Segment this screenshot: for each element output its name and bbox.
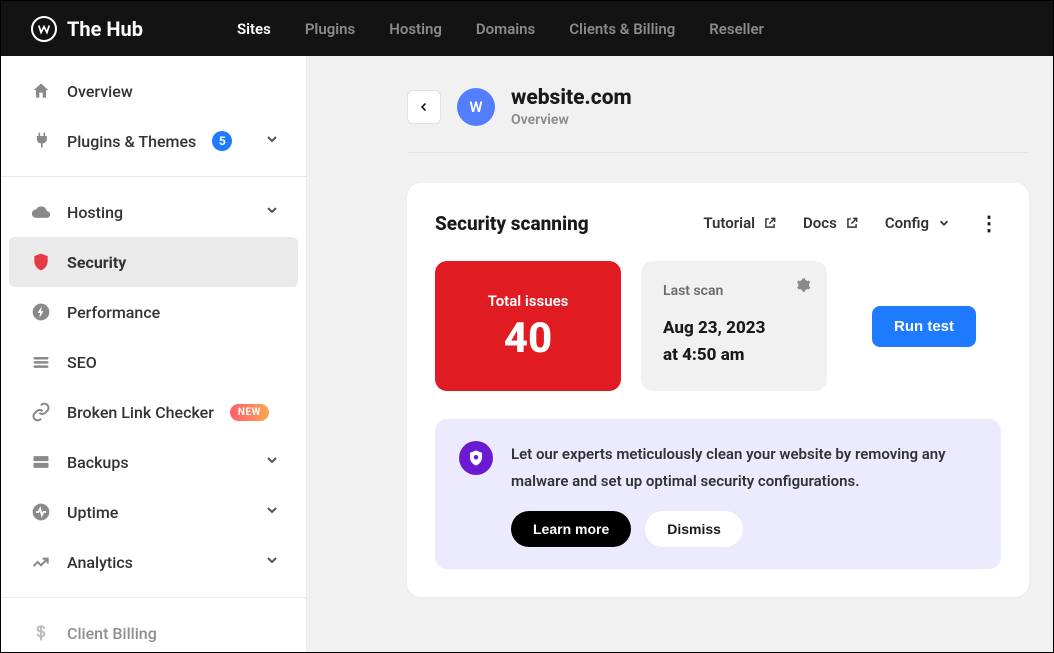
expert-clean-promo: Let our experts meticulously clean your … [435,419,1001,569]
topbar: The Hub Sites Plugins Hosting Domains Cl… [1,1,1053,56]
sidebar-item-label: Plugins & Themes [67,132,196,151]
sidebar-item-label: Overview [67,82,133,101]
nav-hosting[interactable]: Hosting [389,20,442,38]
page-subtitle: Overview [511,112,632,128]
dollar-icon [31,623,51,643]
site-avatar: W [457,88,495,126]
sidebar-item-label: Analytics [67,553,133,572]
heartbeat-icon [31,502,51,522]
sidebar-item-security[interactable]: Security [9,237,298,287]
new-badge: NEW [230,404,269,421]
nav-plugins[interactable]: Plugins [305,20,355,38]
link-label: Docs [803,214,837,232]
dismiss-button[interactable]: Dismiss [645,511,743,547]
docs-link[interactable]: Docs [803,214,859,232]
sidebar-item-performance[interactable]: Performance [9,287,298,337]
sidebar-item-label: Performance [67,303,160,322]
shield-icon [31,252,51,272]
page-header: W website.com Overview [331,86,1029,152]
chevron-down-icon [264,452,280,472]
sidebar-item-label: Hosting [67,203,123,222]
sidebar-item-uptime[interactable]: Uptime [9,487,298,537]
home-icon [31,81,51,101]
chevron-down-icon [264,202,280,222]
chevron-down-icon [937,216,951,230]
more-menu-button[interactable]: ⋮ [977,211,1001,235]
gear-icon[interactable] [795,277,811,297]
sidebar-item-broken-link-checker[interactable]: Broken Link Checker NEW [9,387,298,437]
run-test-area: Run test [847,261,1001,391]
top-nav: Sites Plugins Hosting Domains Clients & … [237,20,764,38]
config-dropdown[interactable]: Config [885,214,951,232]
site-title: website.com [511,86,632,110]
main-content: W website.com Overview Security scanning… [307,56,1053,652]
sidebar-item-label: Broken Link Checker [67,403,214,422]
security-scanning-card: Security scanning Tutorial Docs Config [407,183,1029,597]
total-issues-label: Total issues [488,292,569,310]
total-issues-tile: Total issues 40 [435,261,621,391]
brand-logo[interactable]: The Hub [31,16,143,42]
nav-domains[interactable]: Domains [476,20,535,38]
total-issues-value: 40 [504,318,552,360]
tutorial-link[interactable]: Tutorial [703,214,777,232]
plug-icon [31,131,51,151]
divider [407,152,1029,153]
back-button[interactable] [407,90,441,124]
seo-icon [31,352,51,372]
nav-reseller[interactable]: Reseller [709,20,764,38]
sidebar-item-label: SEO [67,353,97,372]
sidebar: Overview Plugins & Themes 5 [1,56,307,652]
sidebar-item-seo[interactable]: SEO [9,337,298,387]
logo-icon [31,16,57,42]
nav-clients-billing[interactable]: Clients & Billing [569,20,675,38]
sidebar-item-analytics[interactable]: Analytics [9,537,298,587]
run-test-button[interactable]: Run test [872,306,976,347]
brand-name: The Hub [67,17,143,41]
shield-badge-icon [459,441,493,475]
last-scan-date-line2: at 4:50 am [663,342,805,369]
sidebar-item-hosting[interactable]: Hosting [9,187,298,237]
link-label: Tutorial [703,214,755,232]
learn-more-button[interactable]: Learn more [511,511,631,547]
link-icon [31,402,51,422]
sidebar-item-label: Security [67,253,126,272]
sidebar-item-backups[interactable]: Backups [9,437,298,487]
last-scan-date-line1: Aug 23, 2023 [663,315,805,342]
promo-text: Let our experts meticulously clean your … [511,441,977,495]
card-title: Security scanning [435,212,703,235]
cloud-icon [31,202,51,222]
last-scan-label: Last scan [663,283,805,299]
sidebar-item-client-billing[interactable]: Client Billing [9,608,298,652]
external-link-icon [763,216,777,230]
chevron-down-icon [264,131,280,151]
sidebar-item-overview[interactable]: Overview [9,66,298,116]
site-avatar-initial: W [469,98,482,116]
sidebar-item-label: Client Billing [67,624,157,643]
external-link-icon [845,216,859,230]
nav-sites[interactable]: Sites [237,20,271,38]
link-label: Config [885,214,929,232]
last-scan-tile: Last scan Aug 23, 2023 at 4:50 am [641,261,827,391]
sidebar-item-label: Backups [67,453,129,472]
chart-icon [31,552,51,572]
sidebar-item-plugins-themes[interactable]: Plugins & Themes 5 [9,116,298,166]
plugins-count-badge: 5 [212,131,232,151]
chevron-down-icon [264,502,280,522]
chevron-down-icon [264,552,280,572]
bolt-icon [31,302,51,322]
storage-icon [31,452,51,472]
sidebar-item-label: Uptime [67,503,118,522]
